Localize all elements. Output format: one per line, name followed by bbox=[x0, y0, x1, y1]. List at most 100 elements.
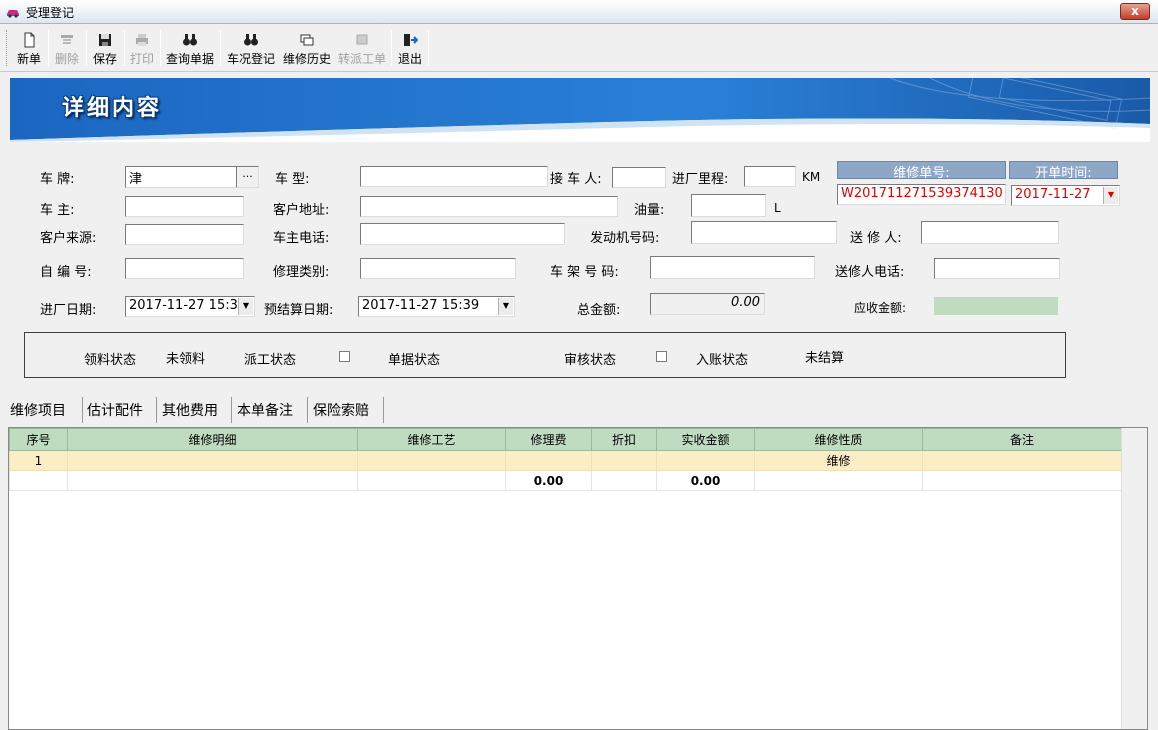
settle-date-value: 2017-11-27 15:39 bbox=[362, 298, 480, 313]
plate-browse-button[interactable]: ... bbox=[236, 166, 259, 188]
print-button[interactable]: 打印 bbox=[127, 28, 157, 68]
open-time-dropdown[interactable]: 2017-11-27 ▼ bbox=[1011, 185, 1120, 206]
tab-insurance-claim[interactable]: 保险索赔 bbox=[309, 397, 384, 423]
repair-type-label: 修理类别: bbox=[273, 265, 330, 280]
delete-label: 删除 bbox=[54, 52, 79, 66]
chevron-down-icon[interactable]: ▼ bbox=[498, 298, 513, 315]
car-icon bbox=[7, 10, 19, 18]
grid-scroll-area[interactable] bbox=[1121, 428, 1147, 729]
table-cell bbox=[922, 470, 1122, 491]
save-button[interactable]: 保存 bbox=[90, 28, 120, 68]
table-cell[interactable] bbox=[922, 450, 1122, 471]
sender-label: 送 修 人: bbox=[850, 231, 902, 246]
audit-status-checkbox[interactable] bbox=[656, 351, 667, 362]
delete-button[interactable]: 删除 bbox=[52, 28, 82, 68]
order-no-header: 维修单号: bbox=[837, 161, 1006, 181]
plate-input[interactable]: 津 bbox=[125, 166, 237, 188]
repair-items-grid: 序号 维修明细 维修工艺 修理费 折扣 实收金额 维修性质 备注 1 维修 0.… bbox=[8, 427, 1148, 730]
column-header[interactable]: 实收金额 bbox=[656, 428, 755, 451]
vin-label: 车 架 号 码: bbox=[550, 265, 619, 280]
audit-status-label: 审核状态 bbox=[564, 353, 617, 368]
repair-history-button[interactable]: 维修历史 bbox=[281, 28, 333, 68]
tab-repair-items[interactable]: 维修项目 bbox=[6, 397, 83, 423]
owner-phone-input[interactable] bbox=[360, 223, 565, 245]
column-header[interactable]: 维修性质 bbox=[754, 428, 923, 451]
dispatch-status-checkbox[interactable] bbox=[339, 351, 350, 362]
engine-no-label: 发动机号码: bbox=[590, 231, 660, 246]
repair-history-label: 维修历史 bbox=[282, 52, 331, 66]
receiver-input[interactable] bbox=[612, 167, 666, 188]
new-button[interactable]: 新单 bbox=[14, 28, 44, 68]
fuel-input[interactable] bbox=[691, 194, 766, 217]
doc-status-label: 单据状态 bbox=[388, 353, 441, 368]
sender-input[interactable] bbox=[921, 221, 1059, 244]
tab-estimated-parts[interactable]: 估计配件 bbox=[83, 397, 157, 423]
exit-button[interactable]: 退出 bbox=[396, 28, 424, 68]
owner-input[interactable] bbox=[125, 196, 244, 217]
receivable-amount-field bbox=[934, 297, 1058, 315]
model-input[interactable] bbox=[360, 166, 548, 187]
owner-phone-label: 车主电话: bbox=[273, 231, 330, 246]
column-header[interactable]: 序号 bbox=[9, 428, 68, 451]
account-status-label: 入账状态 bbox=[696, 353, 749, 368]
sender-phone-label: 送修人电话: bbox=[835, 265, 905, 280]
grid-header-row: 序号 维修明细 维修工艺 修理费 折扣 实收金额 维修性质 备注 bbox=[9, 428, 1122, 451]
banner-title: 详细内容 bbox=[62, 95, 163, 121]
column-header[interactable]: 备注 bbox=[922, 428, 1122, 451]
self-no-input[interactable] bbox=[125, 258, 244, 279]
address-input[interactable] bbox=[360, 196, 618, 217]
save-label: 保存 bbox=[92, 52, 117, 66]
entry-date-picker[interactable]: 2017-11-27 15:39 ▼ bbox=[125, 296, 255, 317]
banner-background bbox=[10, 78, 1150, 142]
total-repair-fee: 0.00 bbox=[505, 470, 592, 491]
source-input[interactable] bbox=[125, 224, 244, 245]
title-bar: 受理登记 x bbox=[0, 0, 1158, 24]
fuel-label: 油量: bbox=[634, 203, 665, 218]
close-button[interactable]: x bbox=[1120, 3, 1150, 20]
table-cell[interactable]: 维修 bbox=[754, 450, 923, 471]
order-no-field: W201711271539374130 bbox=[837, 184, 1006, 205]
dispatch-status-label: 派工状态 bbox=[244, 353, 297, 368]
column-header[interactable]: 维修明细 bbox=[67, 428, 358, 451]
mileage-label: 进厂里程: bbox=[672, 172, 729, 187]
address-label: 客户地址: bbox=[273, 203, 330, 218]
column-header[interactable]: 修理费 bbox=[505, 428, 592, 451]
vehicle-check-button[interactable]: 车况登记 bbox=[225, 28, 277, 68]
total-received-amount: 0.00 bbox=[656, 470, 755, 491]
engine-no-input[interactable] bbox=[691, 221, 837, 244]
table-cell[interactable] bbox=[357, 450, 506, 471]
table-cell[interactable] bbox=[656, 450, 755, 471]
settle-date-picker[interactable]: 2017-11-27 15:39 ▼ bbox=[358, 296, 515, 317]
vin-input[interactable] bbox=[650, 256, 815, 279]
repair-type-input[interactable] bbox=[360, 258, 516, 279]
chevron-down-icon[interactable]: ▼ bbox=[238, 298, 253, 315]
tab-order-notes[interactable]: 本单备注 bbox=[233, 397, 308, 423]
column-header[interactable]: 维修工艺 bbox=[357, 428, 506, 451]
chevron-down-icon[interactable]: ▼ bbox=[1103, 187, 1118, 204]
delete-icon bbox=[61, 35, 73, 44]
table-cell bbox=[357, 470, 506, 491]
transfer-button[interactable]: 转派工单 bbox=[336, 28, 388, 68]
tab-other-fees[interactable]: 其他费用 bbox=[158, 397, 232, 423]
table-cell[interactable] bbox=[591, 450, 657, 471]
exit-label: 退出 bbox=[397, 52, 422, 66]
repair-items-table: 序号 维修明细 维修工艺 修理费 折扣 实收金额 维修性质 备注 1 维修 0.… bbox=[9, 428, 1122, 491]
mileage-unit: KM bbox=[802, 170, 821, 184]
settle-date-label: 预结算日期: bbox=[264, 303, 334, 318]
query-button[interactable]: 查询单据 bbox=[164, 28, 216, 68]
history-windows-icon bbox=[300, 34, 314, 46]
window-title: 受理登记 bbox=[26, 6, 75, 20]
mileage-input[interactable] bbox=[744, 166, 796, 187]
sender-phone-input[interactable] bbox=[934, 258, 1060, 279]
open-time-value: 2017-11-27 bbox=[1015, 187, 1091, 202]
table-row[interactable]: 1 维修 bbox=[9, 450, 1122, 471]
table-cell[interactable] bbox=[67, 450, 358, 471]
owner-label: 车 主: bbox=[40, 203, 75, 218]
table-cell[interactable]: 1 bbox=[9, 450, 68, 471]
table-cell[interactable] bbox=[505, 450, 592, 471]
column-header[interactable]: 折扣 bbox=[591, 428, 657, 451]
print-label: 打印 bbox=[129, 52, 154, 66]
entry-date-value: 2017-11-27 15:39 bbox=[129, 298, 247, 313]
total-label: 总金额: bbox=[577, 303, 621, 318]
save-disk-icon bbox=[99, 34, 111, 46]
